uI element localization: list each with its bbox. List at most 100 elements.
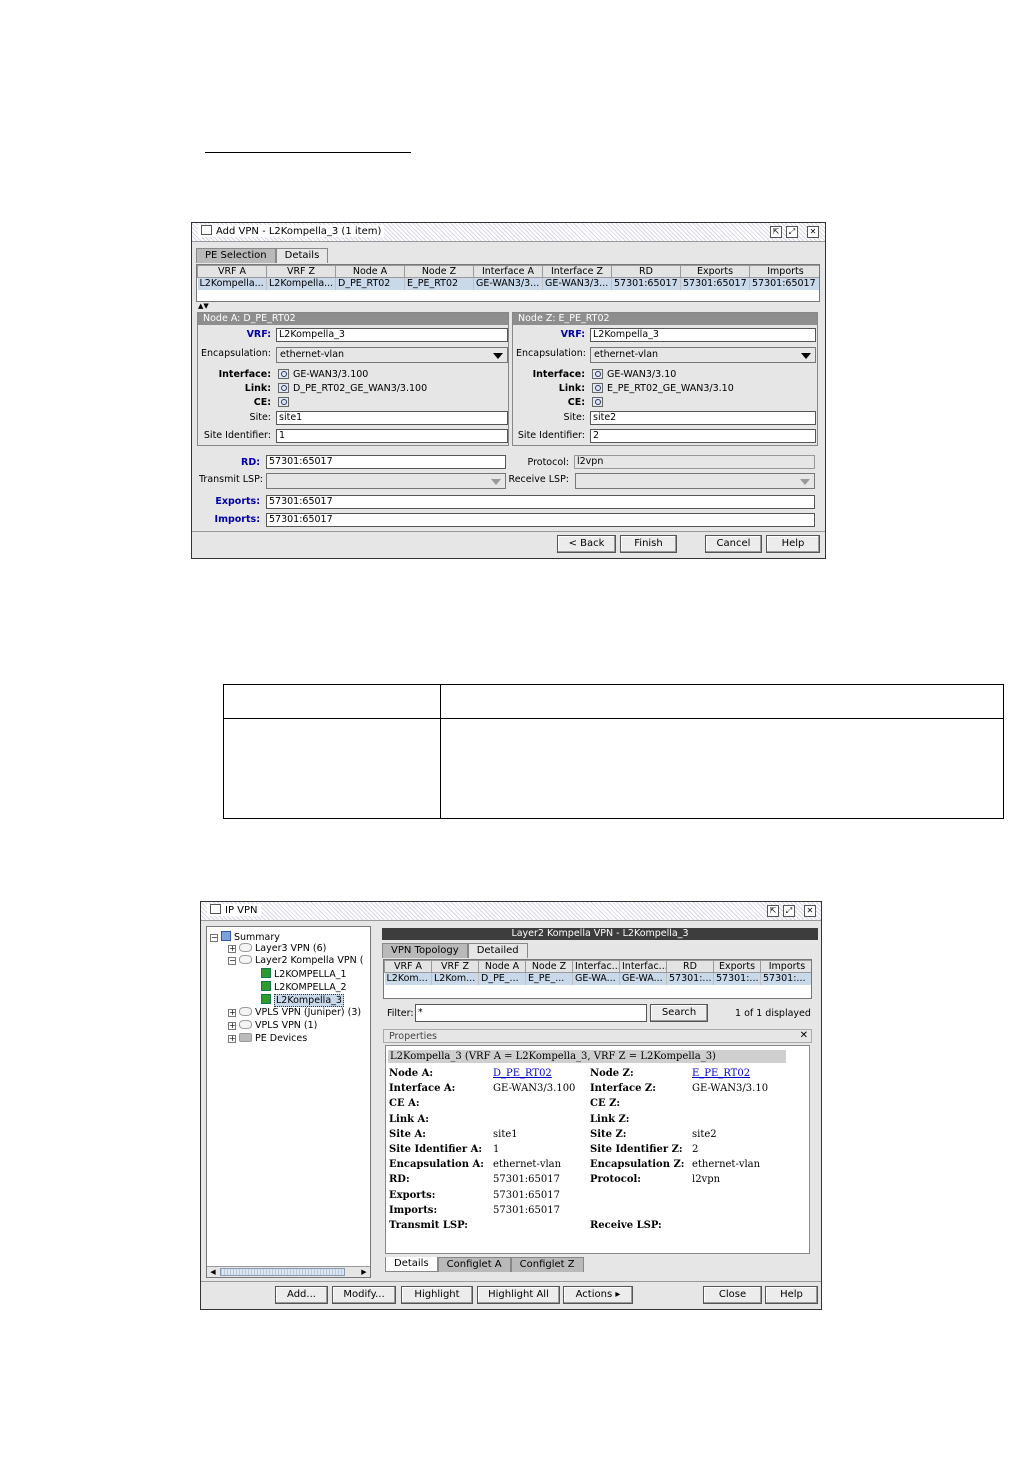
tree-item-l2kompella-2[interactable]: L2KOMPELLA_2 (261, 981, 347, 994)
search-icon[interactable] (592, 397, 603, 407)
column-header[interactable]: Node A (335, 265, 405, 278)
actions-button[interactable]: Actions ▸ (563, 1286, 633, 1304)
ip-vpn-window: IP VPN ⇱ ⤢ ✕ − Summary + Layer3 VPN (6) − L… (200, 901, 822, 1310)
horizontal-scrollbar[interactable]: ◀ ▶ (207, 1266, 370, 1277)
node-link[interactable]: E_PE_RT02 (692, 1068, 750, 1079)
column-header[interactable]: VRF A (197, 265, 267, 278)
tree-item-pe-devices[interactable]: + PE Devices (228, 1033, 307, 1045)
vpn-instance-icon (261, 981, 271, 991)
column-header[interactable]: RD (666, 960, 714, 973)
column-header[interactable]: Exports (713, 960, 761, 973)
close-icon[interactable]: ✕ (804, 905, 816, 917)
help-button[interactable]: Help (766, 535, 820, 553)
column-header[interactable]: VRF Z (431, 960, 479, 973)
column-header[interactable]: Imports (749, 265, 819, 278)
undock-icon[interactable]: ⇱ (770, 226, 782, 238)
tab-configlet-z[interactable]: Configlet Z (510, 1257, 584, 1272)
close-icon[interactable]: ✕ (800, 1030, 808, 1041)
site-z-label: Site: (563, 412, 585, 423)
property-value: 2 (692, 1144, 699, 1155)
modify-button[interactable]: Modify... (332, 1286, 396, 1304)
table-header-row: VRF A VRF Z Node A Node Z Interfac... In… (384, 960, 811, 973)
siteid-a-input[interactable]: 1 (276, 429, 508, 443)
expand-icon[interactable]: + (228, 1035, 236, 1043)
highlight-button[interactable]: Highlight (401, 1286, 473, 1304)
table-row[interactable]: L2Kompella... L2Kompella... D_PE_RT02 E_… (197, 277, 819, 290)
search-icon[interactable] (278, 383, 289, 393)
vrf-z-input[interactable]: L2Kompella_3 (590, 328, 816, 342)
column-header[interactable]: Node A (478, 960, 526, 973)
column-header[interactable]: RD (611, 265, 681, 278)
collapse-icon[interactable]: − (210, 934, 218, 942)
column-header[interactable]: Interfac... (619, 960, 667, 973)
node-link[interactable]: D_PE_RT02 (493, 1068, 552, 1079)
maximize-icon[interactable]: ⤢ (783, 905, 795, 917)
exports-input[interactable]: 57301:65017 (266, 495, 815, 509)
rd-input[interactable]: 57301:65017 (266, 455, 506, 469)
cancel-button[interactable]: Cancel (705, 535, 762, 553)
tree-item-vpls-juniper[interactable]: + VPLS VPN (Juniper) (3) (228, 1007, 361, 1019)
column-header[interactable]: Interface Z (542, 265, 612, 278)
scroll-left-icon[interactable]: ◀ (208, 1267, 218, 1277)
table-row[interactable]: L2Kom... L2Kom... D_PE_... E_PE_... GE-W… (384, 972, 811, 985)
close-button[interactable]: Close (703, 1286, 762, 1304)
transmit-lsp-select[interactable] (266, 473, 506, 489)
receive-lsp-select[interactable] (575, 473, 815, 489)
maximize-icon[interactable]: ⤢ (786, 226, 798, 238)
column-header[interactable]: Interfac... (572, 960, 620, 973)
search-icon[interactable] (592, 369, 603, 379)
encap-a-select[interactable]: ethernet-vlan (276, 347, 508, 363)
tree-item-layer2-kompella[interactable]: − Layer2 Kompella VPN ( (228, 955, 363, 967)
splitter-arrows-icon[interactable]: ▲▼ (198, 303, 209, 310)
column-header[interactable]: Interface A (473, 265, 543, 278)
tab-details[interactable]: Details (275, 248, 329, 263)
siteid-z-input[interactable]: 2 (590, 429, 816, 443)
expand-icon[interactable]: + (228, 1022, 236, 1030)
vrf-a-input[interactable]: L2Kompella_3 (276, 328, 508, 342)
tab-configlet-a[interactable]: Configlet A (437, 1257, 511, 1272)
expand-icon[interactable]: + (228, 945, 236, 953)
finish-button[interactable]: Finish (620, 535, 677, 553)
search-icon[interactable] (278, 397, 289, 407)
column-header[interactable]: VRF A (384, 960, 432, 973)
property-key: Site Z: (590, 1128, 627, 1140)
tree-item-vpls[interactable]: + VPLS VPN (1) (228, 1020, 317, 1032)
add-button[interactable]: Add... (275, 1286, 328, 1304)
column-header[interactable]: Exports (680, 265, 750, 278)
tab-detailed[interactable]: Detailed (467, 943, 528, 958)
search-icon[interactable] (278, 369, 289, 379)
heading-underline (205, 152, 411, 153)
tab-pe-selection[interactable]: PE Selection (196, 248, 276, 263)
back-button[interactable]: < Back (557, 535, 616, 553)
column-header[interactable]: Imports (760, 960, 811, 973)
scroll-right-icon[interactable]: ▶ (359, 1267, 369, 1277)
expand-icon[interactable]: + (228, 1009, 236, 1017)
table-cell: 57301:... (760, 972, 811, 985)
column-header[interactable]: Node Z (525, 960, 573, 973)
site-a-input[interactable]: site1 (276, 411, 508, 425)
encap-z-label: Encapsulation: (516, 348, 586, 359)
search-button[interactable]: Search (650, 1004, 708, 1022)
highlight-all-button[interactable]: Highlight All (477, 1286, 560, 1304)
column-header[interactable]: VRF Z (266, 265, 336, 278)
close-icon[interactable]: ✕ (807, 226, 819, 238)
property-key: Link A: (389, 1113, 429, 1125)
collapse-icon[interactable]: − (228, 957, 236, 965)
tree-item-l2kompella-3[interactable]: L2Kompella_3 (261, 994, 344, 1007)
help-button[interactable]: Help (765, 1286, 818, 1304)
filter-input[interactable]: * (415, 1004, 647, 1022)
tab-bottom-details[interactable]: Details (385, 1257, 438, 1272)
imports-input[interactable]: 57301:65017 (266, 513, 815, 527)
tree-item-layer3-vpn[interactable]: + Layer3 VPN (6) (228, 943, 326, 955)
undock-icon[interactable]: ⇱ (767, 905, 779, 917)
encap-z-select[interactable]: ethernet-vlan (590, 347, 816, 363)
property-value: GE-WAN3/3.10 (692, 1083, 769, 1095)
column-header[interactable]: Node Z (404, 265, 474, 278)
site-z-input[interactable]: site2 (590, 411, 816, 425)
scroll-thumb[interactable] (220, 1268, 345, 1276)
search-icon[interactable] (592, 383, 603, 393)
table-cell: GE-WAN3/3... (542, 277, 612, 290)
tab-vpn-topology[interactable]: VPN Topology (382, 943, 468, 958)
tree-item-l2kompella-1[interactable]: L2KOMPELLA_1 (261, 968, 347, 981)
table-cell: L2Kompella... (266, 277, 336, 290)
